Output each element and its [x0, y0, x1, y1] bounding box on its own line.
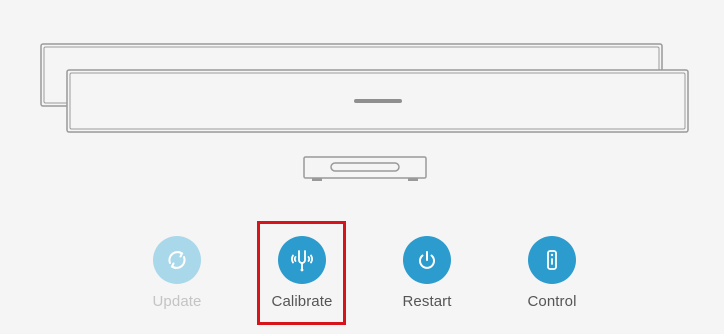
calibrate-button[interactable]: Calibrate	[252, 236, 352, 310]
power-icon	[419, 251, 435, 269]
calibrate-circle	[278, 236, 326, 284]
control-button[interactable]: Control	[502, 236, 602, 310]
action-bar: Update Calibrate Restart Control	[0, 0, 724, 334]
tuning-fork-icon	[291, 250, 313, 272]
update-circle	[153, 236, 201, 284]
update-label: Update	[152, 293, 202, 310]
update-button[interactable]: Update	[127, 236, 227, 310]
refresh-icon	[168, 251, 186, 269]
calibrate-label: Calibrate	[271, 293, 333, 310]
remote-control-icon	[547, 250, 557, 270]
control-circle	[528, 236, 576, 284]
control-label: Control	[527, 293, 577, 310]
restart-circle	[403, 236, 451, 284]
restart-button[interactable]: Restart	[377, 236, 477, 310]
restart-label: Restart	[402, 293, 452, 310]
